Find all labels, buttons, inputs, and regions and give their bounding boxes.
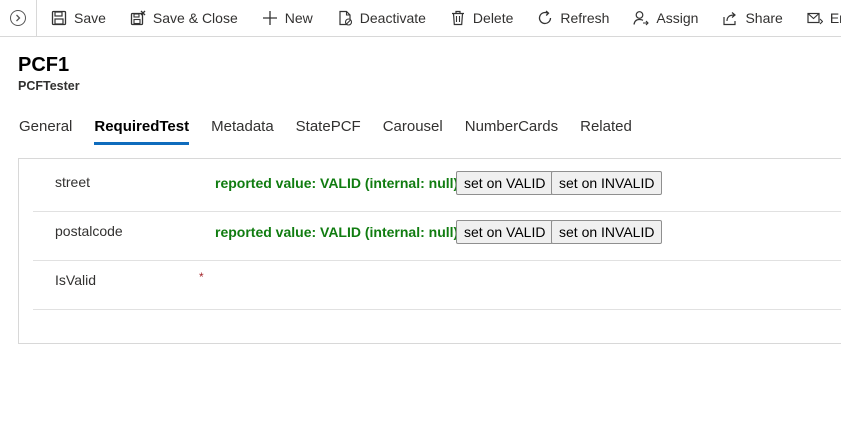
command-bar: Save Save & Close New Deactivate Delete … (0, 0, 841, 37)
field-status-postalcode: reported value: VALID (internal: null) (215, 224, 459, 240)
delete-label: Delete (472, 10, 514, 26)
set-valid-button-postalcode[interactable]: set on VALID (456, 220, 554, 244)
field-label-postalcode: postalcode (55, 223, 123, 239)
assign-label: Assign (656, 10, 699, 26)
field-row-postalcode: postalcode reported value: VALID (intern… (33, 212, 841, 261)
tab-metadata[interactable]: Metadata (211, 117, 274, 145)
save-icon (51, 10, 67, 26)
deactivate-label: Deactivate (359, 10, 426, 26)
new-button[interactable]: New (248, 0, 323, 36)
set-valid-button-street[interactable]: set on VALID (456, 171, 554, 195)
field-label-street: street (55, 174, 91, 190)
refresh-button[interactable]: Refresh (523, 0, 619, 36)
set-invalid-button-street[interactable]: set on INVALID (551, 171, 663, 195)
email-label: Ema (829, 10, 841, 26)
tab-related[interactable]: Related (580, 117, 632, 145)
tab-requiredtest[interactable]: RequiredTest (94, 117, 189, 145)
deactivate-icon (339, 10, 352, 26)
email-icon (807, 12, 823, 25)
assign-icon (633, 11, 650, 26)
save-close-button[interactable]: Save & Close (116, 0, 248, 36)
form-section: street reported value: VALID (internal: … (18, 158, 841, 344)
tab-carousel[interactable]: Carousel (383, 117, 443, 145)
deactivate-button[interactable]: Deactivate (323, 0, 436, 36)
delete-button[interactable]: Delete (436, 0, 523, 36)
set-invalid-button-postalcode[interactable]: set on INVALID (551, 220, 663, 244)
email-button[interactable]: Ema (793, 0, 841, 36)
chevron-right-icon (10, 10, 26, 26)
required-marker: * (199, 270, 204, 284)
refresh-label: Refresh (560, 10, 610, 26)
assign-button[interactable]: Assign (619, 0, 708, 36)
trash-icon (451, 10, 464, 26)
plus-icon (262, 11, 277, 25)
field-status-street: reported value: VALID (internal: null) (215, 175, 459, 191)
field-row-street: street reported value: VALID (internal: … (33, 163, 841, 212)
share-button[interactable]: Share (708, 0, 792, 36)
share-icon (723, 12, 737, 26)
tab-numbercards[interactable]: NumberCards (465, 117, 558, 145)
tab-general[interactable]: General (19, 117, 72, 145)
new-label: New (284, 10, 313, 26)
share-label: Share (745, 10, 783, 26)
save-close-icon (130, 10, 146, 26)
tab-list: General RequiredTest Metadata StatePCF C… (19, 117, 654, 145)
refresh-icon (539, 10, 552, 25)
field-label-isvalid: IsValid (55, 272, 96, 288)
record-entity-name: PCFTester (18, 79, 80, 93)
save-button[interactable]: Save (37, 0, 116, 36)
back-button[interactable] (0, 0, 37, 36)
save-close-label: Save & Close (152, 10, 238, 26)
save-label: Save (74, 10, 106, 26)
record-title: PCF1 (18, 54, 70, 76)
field-row-isvalid[interactable]: IsValid * (33, 261, 841, 310)
tab-statepcf[interactable]: StatePCF (296, 117, 361, 145)
